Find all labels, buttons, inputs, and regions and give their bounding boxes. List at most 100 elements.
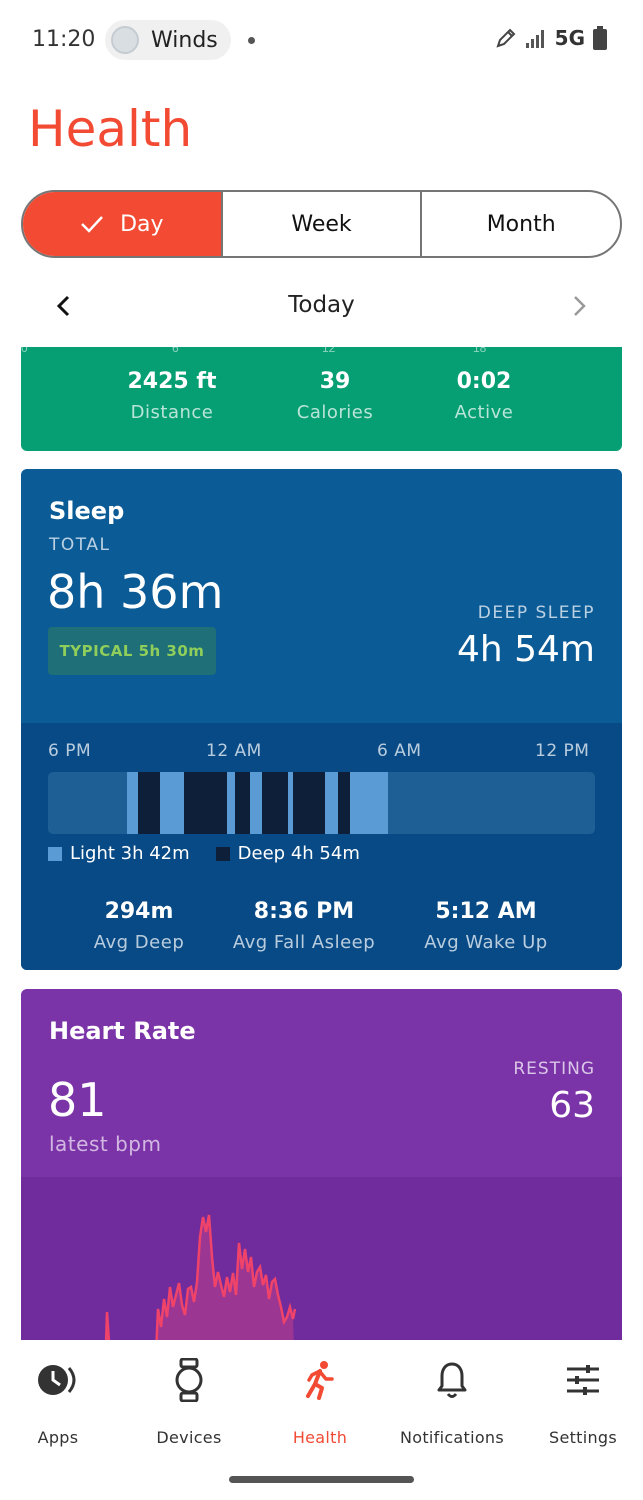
sleep-segment-light xyxy=(227,772,235,834)
distance-value: 2425 ft xyxy=(127,369,217,394)
heart-rate-chart xyxy=(21,1177,622,1340)
sleep-segment-deep xyxy=(138,772,160,834)
page-title: Health xyxy=(28,100,193,158)
status-time: 11:20 xyxy=(32,27,96,52)
pen-icon xyxy=(496,28,516,48)
calories-stat: 39 Calories xyxy=(255,369,415,423)
nav-notifications[interactable]: Notifications xyxy=(388,1358,516,1447)
signal-icon xyxy=(525,30,544,48)
sleep-axis-tick: 12 PM xyxy=(535,741,590,761)
activity-axis-tick: 0 xyxy=(21,347,28,355)
sleep-segment-deep xyxy=(262,772,288,834)
activity-card[interactable]: 0 6 12 18 2425 ft Distance 39 Calories 0… xyxy=(21,347,622,451)
legend-light: Light 3h 42m xyxy=(48,843,190,864)
active-stat: 0:02 Active xyxy=(404,369,564,423)
sleep-segment-deep xyxy=(338,772,350,834)
sliders-icon xyxy=(567,1365,599,1395)
sleep-axis-tick: 12 AM xyxy=(206,741,262,761)
tab-month-label: Month xyxy=(486,211,556,237)
legend-light-label: Light 3h 42m xyxy=(70,843,190,864)
date-label: Today xyxy=(288,292,355,318)
heart-rate-line xyxy=(104,1214,297,1340)
deep-sleep-label: DEEP SLEEP xyxy=(477,603,595,623)
nav-settings-label: Settings xyxy=(548,1428,618,1447)
sleep-segment-light xyxy=(250,772,262,834)
tab-month[interactable]: Month xyxy=(420,192,620,256)
avg-fall-asleep-label: Avg Fall Asleep xyxy=(232,932,376,953)
sleep-time-axis: 6 PM 12 AM 6 AM 12 PM xyxy=(21,741,622,763)
distance-stat: 2425 ft Distance xyxy=(92,369,252,423)
notification-avatar-icon xyxy=(111,26,139,54)
distance-label: Distance xyxy=(130,402,214,423)
notification-chip[interactable]: Winds xyxy=(105,20,231,60)
health-scroll-area[interactable]: 0 6 12 18 2425 ft Distance 39 Calories 0… xyxy=(0,347,643,1340)
bottom-navigation: Apps Devices Health Notifications Settin… xyxy=(0,1340,643,1500)
watch-icon xyxy=(175,1358,203,1402)
heart-rate-latest-unit: latest bpm xyxy=(49,1132,162,1156)
heart-rate-card[interactable]: Heart Rate 81 latest bpm RESTING 63 xyxy=(21,989,622,1340)
apps-icon xyxy=(38,1365,76,1395)
date-navigation: Today xyxy=(0,280,643,332)
avg-fall-asleep-value: 8:36 PM xyxy=(253,899,355,924)
avg-wake-up-stat: 5:12 AM Avg Wake Up xyxy=(386,899,586,953)
active-value: 0:02 xyxy=(456,369,512,394)
legend-light-swatch xyxy=(48,846,62,861)
tab-week-label: Week xyxy=(291,211,352,237)
nav-settings[interactable]: Settings xyxy=(519,1358,643,1447)
legend-deep-label: Deep 4h 54m xyxy=(237,843,360,864)
heart-rate-title: Heart Rate xyxy=(49,1017,196,1045)
sleep-stages-bar xyxy=(48,772,595,834)
checkmark-icon xyxy=(81,216,104,233)
activity-axis-tick: 12 xyxy=(322,347,336,355)
sleep-card[interactable]: Sleep TOTAL 8h 36m TYPICAL 5h 30m DEEP S… xyxy=(21,469,622,970)
sleep-segment-deep xyxy=(235,772,250,834)
legend-deep: Deep 4h 54m xyxy=(215,843,360,864)
nav-devices[interactable]: Devices xyxy=(125,1358,253,1447)
notification-dot-icon xyxy=(248,37,255,44)
status-bar: 11:20 Winds 5G xyxy=(0,0,643,80)
sleep-axis-tick: 6 AM xyxy=(377,741,422,761)
activity-axis: 0 6 12 18 xyxy=(21,347,622,355)
sleep-segment-light xyxy=(127,772,138,834)
heart-rate-latest-value: 81 xyxy=(48,1073,107,1127)
sleep-total-value: 8h 36m xyxy=(47,565,224,619)
battery-icon xyxy=(593,26,607,50)
sleep-timeline-section: 6 PM 12 AM 6 AM 12 PM Light 3h 42m Deep … xyxy=(21,723,622,970)
chevron-right-icon xyxy=(574,296,586,316)
active-label: Active xyxy=(454,402,514,423)
tab-day-label: Day xyxy=(120,211,164,237)
sleep-segment-deep xyxy=(184,772,227,834)
sleep-segment-light xyxy=(160,772,184,834)
tab-day[interactable]: Day xyxy=(23,192,221,256)
sleep-axis-tick: 6 PM xyxy=(48,741,92,761)
sleep-segment-light xyxy=(350,772,388,834)
gesture-handle[interactable] xyxy=(229,1476,414,1483)
next-day-button[interactable] xyxy=(565,290,595,322)
deep-sleep-value: 4h 54m xyxy=(456,629,595,670)
legend-deep-swatch xyxy=(215,846,230,861)
sleep-legend: Light 3h 42m Deep 4h 54m xyxy=(48,843,360,864)
notification-chip-label: Winds xyxy=(151,27,218,53)
running-icon xyxy=(306,1361,334,1400)
activity-axis-tick: 18 xyxy=(473,347,487,355)
resting-label: RESTING xyxy=(513,1059,595,1079)
sleep-segment-deep xyxy=(293,772,325,834)
nav-health[interactable]: Health xyxy=(256,1358,384,1447)
avg-fall-asleep-stat: 8:36 PM Avg Fall Asleep xyxy=(204,899,404,953)
avg-wake-up-label: Avg Wake Up xyxy=(424,932,548,953)
period-selector: Day Week Month xyxy=(21,190,622,258)
nav-devices-label: Devices xyxy=(156,1428,222,1447)
resting-value: 63 xyxy=(549,1085,595,1126)
calories-label: Calories xyxy=(296,402,374,423)
tab-week[interactable]: Week xyxy=(220,192,421,256)
nav-notifications-label: Notifications xyxy=(399,1428,505,1447)
calories-value: 39 xyxy=(319,369,351,394)
nav-apps-label: Apps xyxy=(37,1428,79,1447)
typical-sleep-badge: TYPICAL 5h 30m xyxy=(48,627,216,675)
sleep-total-label: TOTAL xyxy=(49,535,111,555)
sleep-segment-light xyxy=(325,772,338,834)
nav-health-label: Health xyxy=(292,1428,348,1447)
nav-apps[interactable]: Apps xyxy=(0,1358,122,1447)
status-icons: 5G xyxy=(495,26,607,50)
activity-axis-tick: 6 xyxy=(172,347,179,355)
